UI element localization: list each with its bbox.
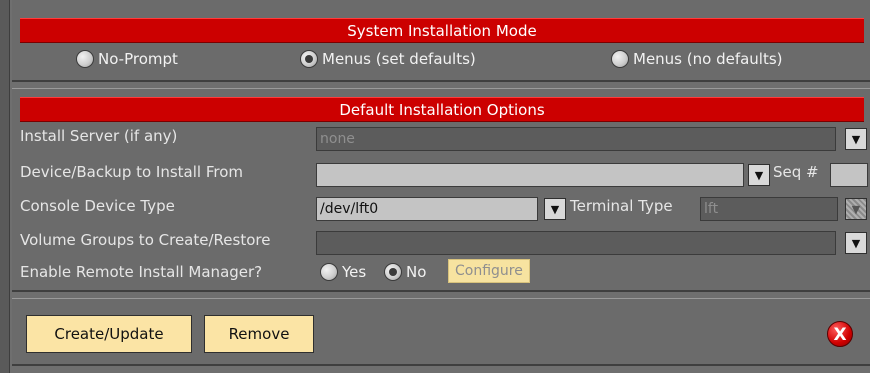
default-options-panel: Default Installation Options Install Ser…	[12, 88, 870, 292]
radio-label: No-Prompt	[98, 50, 178, 68]
radio-label: No	[406, 263, 427, 281]
actions-panel: Create/Update Remove X	[12, 298, 870, 366]
radio-menus-set-defaults[interactable]: Menus (set defaults)	[300, 50, 476, 68]
radio-label: Menus (set defaults)	[322, 50, 476, 68]
default-options-header: Default Installation Options	[20, 97, 864, 122]
remote-manager-label: Enable Remote Install Manager?	[20, 263, 263, 281]
radio-menus-no-defaults[interactable]: Menus (no defaults)	[611, 50, 783, 68]
radio-off-icon	[320, 263, 338, 281]
seq-label: Seq #	[773, 163, 819, 181]
seq-field[interactable]	[830, 163, 868, 187]
console-device-label: Console Device Type	[20, 197, 175, 215]
radio-on-icon	[384, 263, 402, 281]
console-device-dropdown[interactable]: ▼	[544, 198, 566, 220]
terminal-type-dropdown[interactable]: ▼	[845, 198, 867, 220]
radio-label: Yes	[342, 263, 367, 281]
chevron-down-icon: ▼	[851, 132, 861, 146]
device-backup-field[interactable]	[316, 163, 744, 187]
remove-button[interactable]: Remove	[204, 315, 314, 353]
console-device-field[interactable]: /dev/lft0	[316, 197, 538, 221]
radio-off-icon	[611, 50, 629, 68]
install-server-field[interactable]: none	[316, 127, 836, 151]
radio-no-prompt[interactable]: No-Prompt	[76, 50, 178, 68]
left-edge	[0, 0, 10, 373]
radio-remote-yes[interactable]: Yes	[320, 263, 366, 281]
install-server-label: Install Server (if any)	[20, 127, 178, 145]
chevron-down-icon: ▼	[851, 236, 861, 250]
configure-button[interactable]: Configure	[448, 259, 530, 283]
volume-groups-label: Volume Groups to Create/Restore	[20, 231, 271, 249]
terminal-type-field[interactable]: lft	[700, 197, 838, 221]
device-backup-label: Device/Backup to Install From	[20, 163, 244, 181]
volume-groups-field[interactable]	[316, 231, 836, 255]
install-mode-header: System Installation Mode	[20, 18, 864, 43]
device-backup-dropdown[interactable]: ▼	[748, 164, 770, 186]
close-icon[interactable]: X	[827, 321, 853, 347]
terminal-type-label: Terminal Type	[570, 197, 673, 215]
volume-groups-dropdown[interactable]: ▼	[845, 232, 867, 254]
chevron-down-icon: ▼	[754, 168, 764, 182]
create-update-button[interactable]: Create/Update	[26, 315, 192, 353]
chevron-down-icon: ▼	[851, 202, 861, 216]
chevron-down-icon: ▼	[550, 202, 560, 216]
install-mode-panel: System Installation Mode No-Prompt Menus…	[12, 0, 870, 82]
radio-remote-no[interactable]: No	[384, 263, 426, 281]
radio-label: Menus (no defaults)	[633, 50, 783, 68]
radio-off-icon	[76, 50, 94, 68]
install-server-dropdown[interactable]: ▼	[845, 128, 867, 150]
radio-on-icon	[300, 50, 318, 68]
